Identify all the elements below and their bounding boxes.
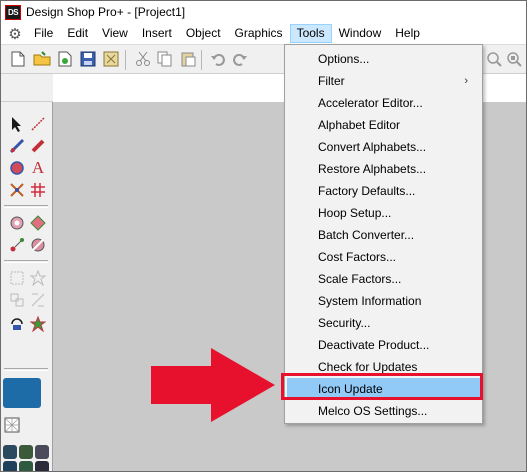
menu-view[interactable]: View <box>95 24 135 43</box>
menu-bar: ⚙ File Edit View Insert Object Graphics … <box>1 23 526 44</box>
node-icon[interactable] <box>8 236 26 254</box>
title-bar: DS Design Shop Pro+ - [Project1] <box>1 1 526 23</box>
menu-window[interactable]: Window <box>332 24 389 43</box>
app-window: DS Design Shop Pro+ - [Project1] ⚙ File … <box>0 0 527 472</box>
menu-item-options[interactable]: Options... <box>287 48 480 70</box>
letter-a-icon[interactable]: A <box>29 158 47 177</box>
copy-icon[interactable] <box>156 50 174 68</box>
redo-icon[interactable] <box>231 50 249 68</box>
line-draw-icon[interactable] <box>29 115 47 133</box>
cut-icon[interactable] <box>134 50 152 68</box>
color-swatch[interactable] <box>35 445 49 459</box>
menu-help[interactable]: Help <box>388 24 427 43</box>
paste-icon[interactable] <box>179 50 197 68</box>
color-swatch[interactable] <box>19 445 33 459</box>
open-design-icon[interactable] <box>56 50 74 68</box>
star-color-icon[interactable] <box>29 315 47 333</box>
color-swatch[interactable] <box>35 461 49 471</box>
gear-icon[interactable]: ⚙ <box>7 26 23 43</box>
import-icon[interactable] <box>102 50 120 68</box>
open-folder-icon[interactable] <box>33 50 51 68</box>
tool-palette: A <box>1 102 53 471</box>
undo-icon[interactable] <box>209 50 227 68</box>
circle-fill-icon[interactable] <box>8 159 26 177</box>
menu-item-convert-alphabets[interactable]: Convert Alphabets... <box>287 136 480 158</box>
window-title: Design Shop Pro+ - [Project1] <box>26 5 186 19</box>
menu-item-security[interactable]: Security... <box>287 312 480 334</box>
palette-divider <box>4 205 48 208</box>
menu-graphics[interactable]: Graphics <box>228 24 290 43</box>
color-swatch[interactable] <box>3 461 17 471</box>
transform-icon <box>29 291 47 309</box>
menu-item-filter[interactable]: Filter › <box>287 70 480 92</box>
menu-insert[interactable]: Insert <box>135 24 179 43</box>
app-logo-icon: DS <box>5 4 21 20</box>
callout-highlight-box <box>281 373 483 400</box>
menu-item-system-information[interactable]: System Information <box>287 290 480 312</box>
tools-menu-dropdown: Options... Filter › Accelerator Editor..… <box>284 44 483 424</box>
save-icon[interactable] <box>79 50 97 68</box>
stitch-icon[interactable] <box>8 137 26 155</box>
color-swatch[interactable] <box>19 461 33 471</box>
menu-item-cost-factors[interactable]: Cost Factors... <box>287 246 480 268</box>
menu-file[interactable]: File <box>27 24 60 43</box>
zoom-fit-icon[interactable] <box>505 50 523 68</box>
align-icon <box>8 269 26 287</box>
pattern-icon[interactable] <box>29 214 47 232</box>
fill-pattern-icon[interactable] <box>29 181 47 199</box>
menu-item-alphabet-editor[interactable]: Alphabet Editor <box>287 114 480 136</box>
palette-divider <box>4 368 48 371</box>
menu-item-melco-os-settings[interactable]: Melco OS Settings... <box>287 400 480 422</box>
zoom-icon[interactable] <box>485 50 503 68</box>
menu-item-deactivate-product[interactable]: Deactivate Product... <box>287 334 480 356</box>
menu-item-restore-alphabets[interactable]: Restore Alphabets... <box>287 158 480 180</box>
menu-tools[interactable]: Tools <box>289 24 332 43</box>
star-icon <box>29 269 47 287</box>
menu-item-batch-converter[interactable]: Batch Converter... <box>287 224 480 246</box>
toolbar-separator <box>125 50 126 70</box>
menu-item-filter-label: Filter <box>318 74 345 88</box>
color-swatch-active[interactable] <box>3 378 41 408</box>
eraser-icon[interactable] <box>29 137 47 155</box>
menu-item-factory-defaults[interactable]: Factory Defaults... <box>287 180 480 202</box>
menu-object[interactable]: Object <box>179 24 228 43</box>
menu-item-scale-factors[interactable]: Scale Factors... <box>287 268 480 290</box>
toolbar-separator <box>201 50 202 70</box>
new-document-icon[interactable] <box>9 50 27 68</box>
chevron-right-icon: › <box>464 75 468 87</box>
group-icon <box>8 291 26 309</box>
callout-arrow-icon <box>151 348 275 422</box>
color-swatch[interactable] <box>3 445 17 459</box>
shape-edit-icon[interactable] <box>29 236 47 254</box>
select-arrow-icon[interactable] <box>8 115 26 133</box>
menu-edit[interactable]: Edit <box>60 24 95 43</box>
no-color-swatch-icon[interactable] <box>3 416 21 434</box>
menu-item-accelerator-editor[interactable]: Accelerator Editor... <box>287 92 480 114</box>
palette-header <box>1 74 53 102</box>
shape-icon[interactable] <box>8 214 26 232</box>
cross-stitch-icon[interactable] <box>8 181 26 199</box>
palette-divider <box>4 260 48 263</box>
menu-item-hoop-setup[interactable]: Hoop Setup... <box>287 202 480 224</box>
rotate-icon[interactable] <box>8 315 26 333</box>
